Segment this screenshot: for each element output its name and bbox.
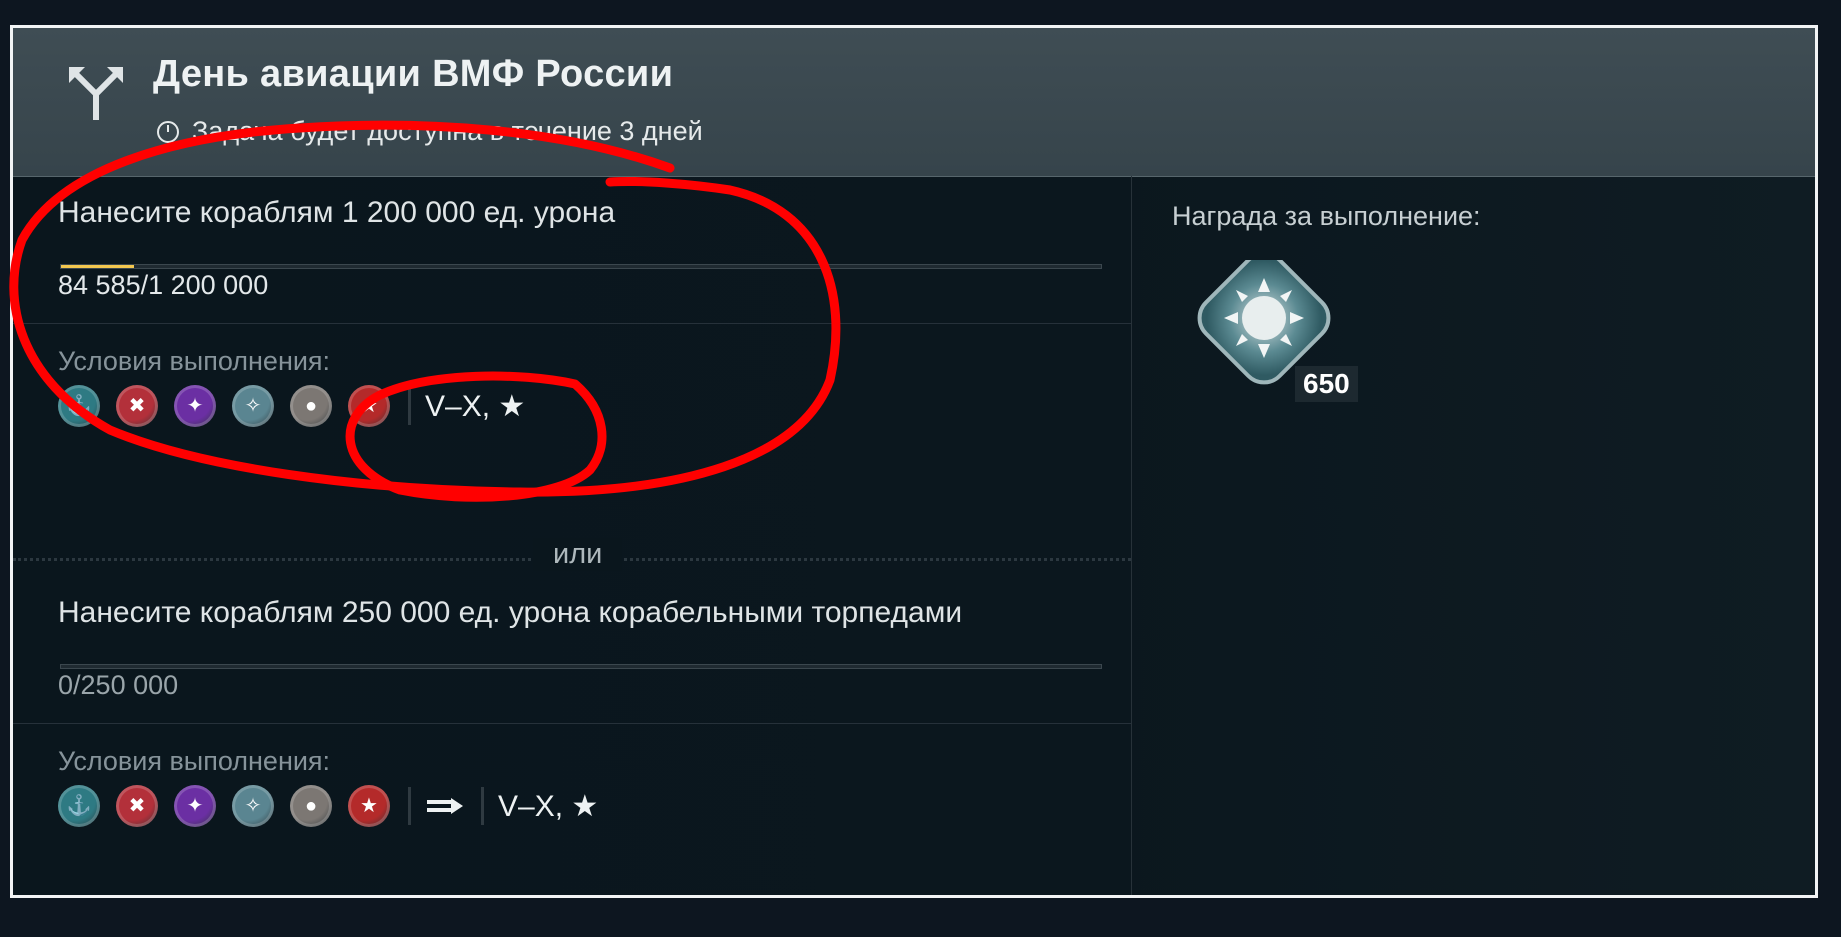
reward-item[interactable]: 650 [1192,251,1358,402]
battleship-icon-glyph: ✖ [128,795,146,817]
task2-progress-bar [60,664,1102,669]
cruiser-icon-glyph: ✦ [186,795,204,817]
cruiser-icon-glyph: ✦ [186,395,204,417]
task2-conditions: ⚓ ✖ ✦ ✧ ● ★ V–X, ★ [58,781,598,831]
cruiser-icon: ✦ [174,385,216,427]
separator [408,787,411,825]
destroyer-icon-glyph: ✧ [244,395,262,417]
task2-progress-text: 0/250 000 [58,670,178,701]
cruiser-icon: ✦ [174,785,216,827]
premium-ship-icon-glyph: ★ [360,795,378,817]
battleship-icon-glyph: ✖ [128,395,146,417]
torpedo-icon [427,798,463,814]
premium-ship-icon-glyph: ★ [360,395,378,417]
destroyer-icon: ✧ [232,785,274,827]
reward-count: 650 [1295,366,1358,402]
task1-conditions: ⚓ ✖ ✦ ✧ ● ★ V–X, ★ [58,381,525,431]
reward-column: Награда за выполнение: 650 [1131,176,1815,895]
premium-ship-icon: ★ [348,785,390,827]
aircraft-carrier-icon-glyph: ⚓ [66,395,92,417]
battleship-icon: ✖ [116,385,158,427]
task1-conditions-label: Условия выполнения: [58,346,331,376]
task2-conditions-label: Условия выполнения: [58,746,331,776]
task2-progress-total: /250 000 [73,670,179,700]
battleship-icon: ✖ [116,785,158,827]
aircraft-carrier-icon: ⚓ [58,385,100,427]
task2-progress-current: 0 [58,670,74,700]
or-label: или [533,538,623,571]
submarine-icon-glyph: ● [304,795,318,817]
submarine-icon: ● [290,785,332,827]
separator [481,787,484,825]
clock-icon [157,120,179,143]
destroyer-icon-glyph: ✧ [244,795,262,817]
divider [13,323,1131,324]
task1-progress-fill [61,265,135,268]
submarine-icon-glyph: ● [304,395,318,417]
task1-progress-total: /1 200 000 [140,270,269,300]
destroyer-icon: ✧ [232,385,274,427]
duration-text: Задача будет доступна в течение 3 дней [192,116,703,146]
task1-progress-current: 84 585 [58,270,141,300]
tasks-column: Нанесите кораблям 1 200 000 ед. урона 84… [13,176,1131,895]
separator [408,387,411,425]
mission-title: День авиации ВМФ России [153,53,674,95]
task1-progress-text: 84 585/1 200 000 [58,270,268,301]
tier-range: V–X, ★ [425,389,526,423]
premium-ship-icon: ★ [348,385,390,427]
reward-label: Награда за выполнение: [1172,201,1481,231]
tier-range: V–X, ★ [498,789,599,823]
aircraft-carrier-icon-glyph: ⚓ [66,795,92,817]
mission-duration: Задача будет доступна в течение 3 дней [156,116,703,147]
submarine-icon: ● [290,385,332,427]
branch-arrows-icon [69,67,123,120]
task1-title: Нанесите кораблям 1 200 000 ед. урона [58,196,616,229]
mission-header: День авиации ВМФ России Задача будет дос… [13,28,1815,177]
aircraft-carrier-icon: ⚓ [58,785,100,827]
mission-panel: День авиации ВМФ России Задача будет дос… [10,25,1818,898]
task2-title: Нанесите кораблям 250 000 ед. урона кора… [58,596,963,629]
divider [13,723,1131,724]
task1-progress-bar [60,264,1102,269]
